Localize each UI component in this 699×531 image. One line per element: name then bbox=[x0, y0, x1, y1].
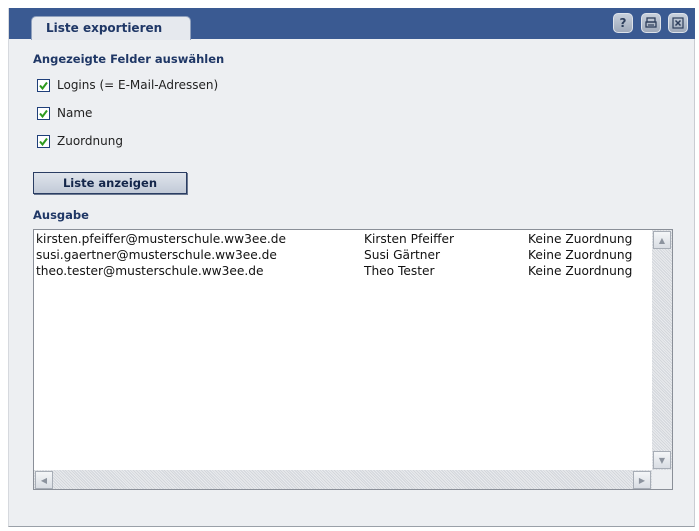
name-cell: Susi Gärtner bbox=[364, 248, 441, 262]
name-cell: Kirsten Pfeiffer bbox=[364, 232, 455, 246]
export-list-window: Liste exportieren ? Angezeigte Felder au… bbox=[8, 8, 695, 527]
close-icon bbox=[672, 17, 684, 29]
close-button[interactable] bbox=[668, 13, 688, 33]
scrollbar-corner bbox=[652, 470, 672, 489]
help-button[interactable]: ? bbox=[613, 13, 633, 33]
show-list-button[interactable]: Liste anzeigen bbox=[33, 172, 187, 194]
name-label: Name bbox=[57, 106, 93, 120]
fields-heading: Angezeigte Felder auswählen bbox=[33, 52, 225, 66]
chevron-down-icon: ▼ bbox=[658, 455, 666, 465]
zuordnung-label: Zuordnung bbox=[57, 134, 123, 148]
list-item: kirsten.pfeiffer@musterschule.ww3ee.de K… bbox=[36, 232, 656, 248]
horizontal-scrollbar[interactable]: ◀ ▶ bbox=[34, 470, 652, 489]
print-button[interactable] bbox=[641, 13, 661, 33]
output-rows: kirsten.pfeiffer@musterschule.ww3ee.de K… bbox=[36, 232, 656, 280]
name-checkbox[interactable] bbox=[37, 106, 50, 120]
window-titlebar: Liste exportieren ? bbox=[9, 8, 695, 40]
login-cell: susi.gaertner@musterschule.ww3ee.de bbox=[36, 248, 277, 262]
login-cell: theo.tester@musterschule.ww3ee.de bbox=[36, 264, 264, 278]
assignment-cell: Keine Zuordnung bbox=[528, 264, 633, 278]
scroll-up-button[interactable]: ▲ bbox=[653, 231, 671, 249]
check-icon bbox=[39, 109, 48, 118]
login-cell: kirsten.pfeiffer@musterschule.ww3ee.de bbox=[36, 232, 286, 246]
assignment-cell: Keine Zuordnung bbox=[528, 248, 633, 262]
list-item: theo.tester@musterschule.ww3ee.de Theo T… bbox=[36, 264, 656, 280]
chevron-left-icon: ◀ bbox=[40, 475, 48, 485]
output-textarea[interactable]: kirsten.pfeiffer@musterschule.ww3ee.de K… bbox=[33, 229, 673, 490]
output-heading: Ausgabe bbox=[33, 208, 89, 222]
assignment-cell: Keine Zuordnung bbox=[528, 232, 633, 246]
list-item: susi.gaertner@musterschule.ww3ee.de Susi… bbox=[36, 248, 656, 264]
scroll-left-button[interactable]: ◀ bbox=[35, 471, 53, 489]
check-icon bbox=[39, 81, 48, 90]
vertical-scrollbar[interactable]: ▲ ▼ bbox=[652, 230, 672, 470]
scroll-down-button[interactable]: ▼ bbox=[653, 451, 671, 469]
checkbox-row-zuordnung[interactable]: Zuordnung bbox=[37, 133, 123, 149]
logins-checkbox[interactable] bbox=[37, 78, 50, 92]
print-icon bbox=[645, 17, 657, 28]
chevron-right-icon: ▶ bbox=[638, 475, 646, 485]
checkbox-row-logins[interactable]: Logins (= E-Mail-Adressen) bbox=[37, 77, 218, 93]
tab-liste-exportieren[interactable]: Liste exportieren bbox=[31, 16, 191, 40]
check-icon bbox=[39, 137, 48, 146]
chevron-up-icon: ▲ bbox=[658, 235, 666, 245]
logins-label: Logins (= E-Mail-Adressen) bbox=[57, 78, 219, 92]
name-cell: Theo Tester bbox=[364, 264, 435, 278]
help-icon: ? bbox=[619, 16, 627, 30]
checkbox-row-name[interactable]: Name bbox=[37, 105, 92, 121]
zuordnung-checkbox[interactable] bbox=[37, 134, 50, 148]
scroll-right-button[interactable]: ▶ bbox=[633, 471, 651, 489]
